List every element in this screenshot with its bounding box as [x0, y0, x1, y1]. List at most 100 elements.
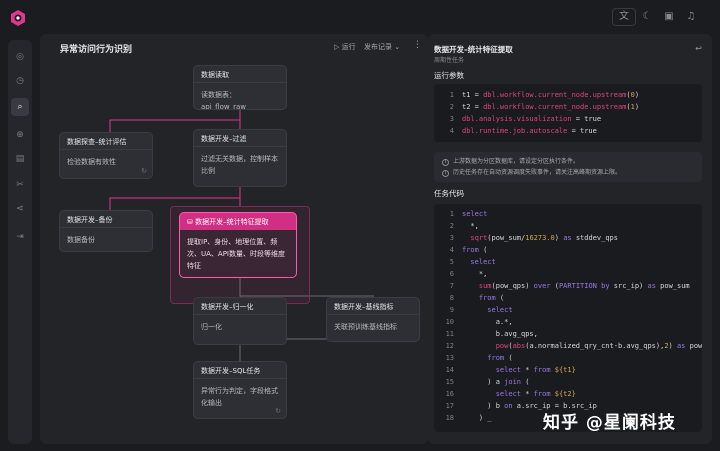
overview-icon[interactable]: ◎	[11, 48, 29, 66]
code-token: dbl.workflow.current_node.upstream	[483, 91, 627, 99]
node-description: 读数据表：api_flow_raw	[201, 91, 246, 110]
left-rail: ◎ ◷ ⌕ ⊕ ▤ ✂ ⋖ ⇥	[8, 40, 32, 444]
panel-title: 数据开发–统计特征提取	[434, 45, 513, 54]
code-line: 6 *,	[434, 268, 702, 280]
code-line: 4 from (	[434, 244, 702, 256]
refresh-icon[interactable]: ↻	[275, 407, 281, 415]
code-token: *,	[462, 270, 488, 278]
code-token: on	[504, 402, 513, 410]
code-line: 16 select * from ${t2}	[434, 388, 702, 400]
code-line: 7 sum(pow_qps) over (PARTITION by src_ip…	[434, 280, 702, 292]
back-icon[interactable]: ↩	[695, 44, 702, 53]
code-token: dbl.runtime.job.autoscale	[462, 127, 568, 135]
line-number: 9	[449, 306, 454, 314]
node-explore[interactable]: 数据探查–统计评估 检验数据有效性 ↻	[59, 132, 153, 179]
code-token: from	[462, 246, 479, 254]
code-token: PARTITION by	[558, 282, 610, 290]
code-token: select	[462, 306, 513, 314]
code-token: *	[521, 390, 534, 398]
code-line: 12 pow(abs(a.normalized_qry_cnt-b.avg_qp…	[434, 340, 702, 352]
book-icon[interactable]: ▣	[662, 10, 676, 24]
code-token: (	[504, 354, 513, 362]
code-token: from	[462, 354, 505, 362]
code-token: ) _	[462, 414, 492, 422]
code-token: stddev_qps	[571, 234, 618, 242]
code-token: select	[462, 210, 488, 218]
code-line: 5 select	[434, 256, 702, 268]
code-token: t1 =	[462, 91, 484, 99]
code-token: ) b	[462, 402, 505, 410]
bell-icon[interactable]: ♫	[684, 10, 698, 24]
node-feature-extract[interactable]: ⛁ 数据开发–统计特征提取 提取IP、身份、地理位置、频次、UA、API数量、时…	[179, 212, 297, 278]
sql-code-editor[interactable]: 1 select 2 *, 3 sqrt(pow_sum/16273.0) as st…	[434, 204, 702, 432]
node-filter[interactable]: 数据开发–过滤 过滤无关数据，控制样本比例	[193, 129, 287, 187]
line-number: 18	[445, 414, 454, 422]
refresh-icon[interactable]: ↻	[141, 167, 147, 175]
line-number: 8	[449, 294, 454, 302]
node-title-text: 数据开发–统计特征提取	[195, 218, 269, 226]
code-token: t2 =	[462, 103, 484, 111]
code-line: 1 t1 = dbl.workflow.current_node.upstream…	[434, 89, 702, 101]
node-baseline[interactable]: 数据开发–基线指标 关联预训练基线指标	[326, 297, 420, 342]
notice-box: i 上游数据为分区数据库，请设定分区执行条件。 i 历史任务存在自动资源调度失败事件…	[434, 152, 702, 182]
code-token: ${t2}	[550, 390, 576, 398]
code-line: 3 sqrt(pow_sum/16273.0) as stddev_qps	[434, 232, 702, 244]
info-icon: i	[442, 159, 449, 166]
code-token: )	[634, 91, 640, 99]
code-token: *	[521, 366, 534, 374]
watermark: 知乎 @星阑科技	[543, 413, 676, 433]
share-icon[interactable]: ⋖	[11, 200, 29, 218]
node-description: 归一化	[201, 323, 222, 331]
code-token: abs	[512, 342, 526, 350]
line-number: 16	[445, 390, 454, 398]
code-token: ) a	[462, 378, 505, 386]
params-label: 运行参数	[434, 71, 464, 80]
code-line: 4 dbl.runtime.job.autoscale = true	[434, 125, 702, 137]
code-token: pow_qp	[689, 342, 702, 350]
line-number: 3	[449, 115, 454, 123]
globe-icon[interactable]: ⊕	[11, 126, 29, 144]
import-icon[interactable]: ⇥	[11, 228, 29, 246]
node-backup[interactable]: 数据开发–备份 数据备份	[59, 210, 153, 252]
params-code-editor[interactable]: 1 t1 = dbl.workflow.current_node.upstream…	[434, 84, 702, 142]
code-line: 8 from (	[434, 292, 702, 304]
code-token: )	[668, 342, 677, 350]
panel-subtitle: 周期性任务	[434, 57, 465, 64]
code-line: 10 a.*,	[434, 316, 702, 328]
clock-icon[interactable]: ◷	[11, 72, 29, 90]
node-title: 数据开发–SQL任务	[194, 362, 286, 379]
app-logo-icon[interactable]	[9, 9, 27, 27]
code-token: from	[533, 390, 551, 398]
code-line: 9 select	[434, 304, 702, 316]
node-title: 数据读取	[194, 66, 286, 83]
node-description: 关联预训练基线指标	[334, 323, 397, 331]
moon-icon[interactable]: ☾	[640, 10, 654, 24]
code-token: dbl.workflow.current_node.upstream	[483, 103, 627, 111]
tools-icon[interactable]: ✂	[11, 176, 29, 194]
search-icon[interactable]: ⌕	[11, 98, 29, 116]
node-normalize[interactable]: 数据开发–归一化 归一化	[193, 297, 287, 345]
node-sql-task[interactable]: 数据开发–SQL任务 异常行为判定，字段格式化输出 ↻	[193, 361, 287, 419]
line-number: 2	[449, 222, 454, 230]
node-data-read[interactable]: 数据读取 读数据表：api_flow_raw	[193, 65, 287, 110]
line-number: 11	[445, 330, 454, 338]
line-number: 4	[449, 246, 454, 254]
code-token: pow_sum	[655, 282, 690, 290]
code-token: as	[647, 282, 656, 290]
node-title: 数据开发–过滤	[194, 130, 286, 147]
node-description: 异常行为判定，字段格式化输出	[201, 387, 278, 407]
lang-icon[interactable]: 文	[612, 8, 636, 26]
line-number: 3	[449, 234, 454, 242]
code-line: 11 b.avg_qps,	[434, 328, 702, 340]
code-token: (	[495, 294, 505, 302]
line-number: 14	[445, 366, 454, 374]
notice-line: i 上游数据为分区数据库，请设定分区执行条件。	[442, 156, 694, 167]
code-token: sqrt	[462, 234, 488, 242]
calendar-icon[interactable]: ▤	[11, 150, 29, 168]
code-token: 16273.0	[525, 234, 555, 242]
code-token: over	[533, 282, 551, 290]
task-code-label: 任务代码	[434, 189, 464, 198]
node-title: 数据探查–统计评估	[60, 133, 152, 150]
code-token: (	[478, 246, 488, 254]
code-token: from	[462, 294, 496, 302]
